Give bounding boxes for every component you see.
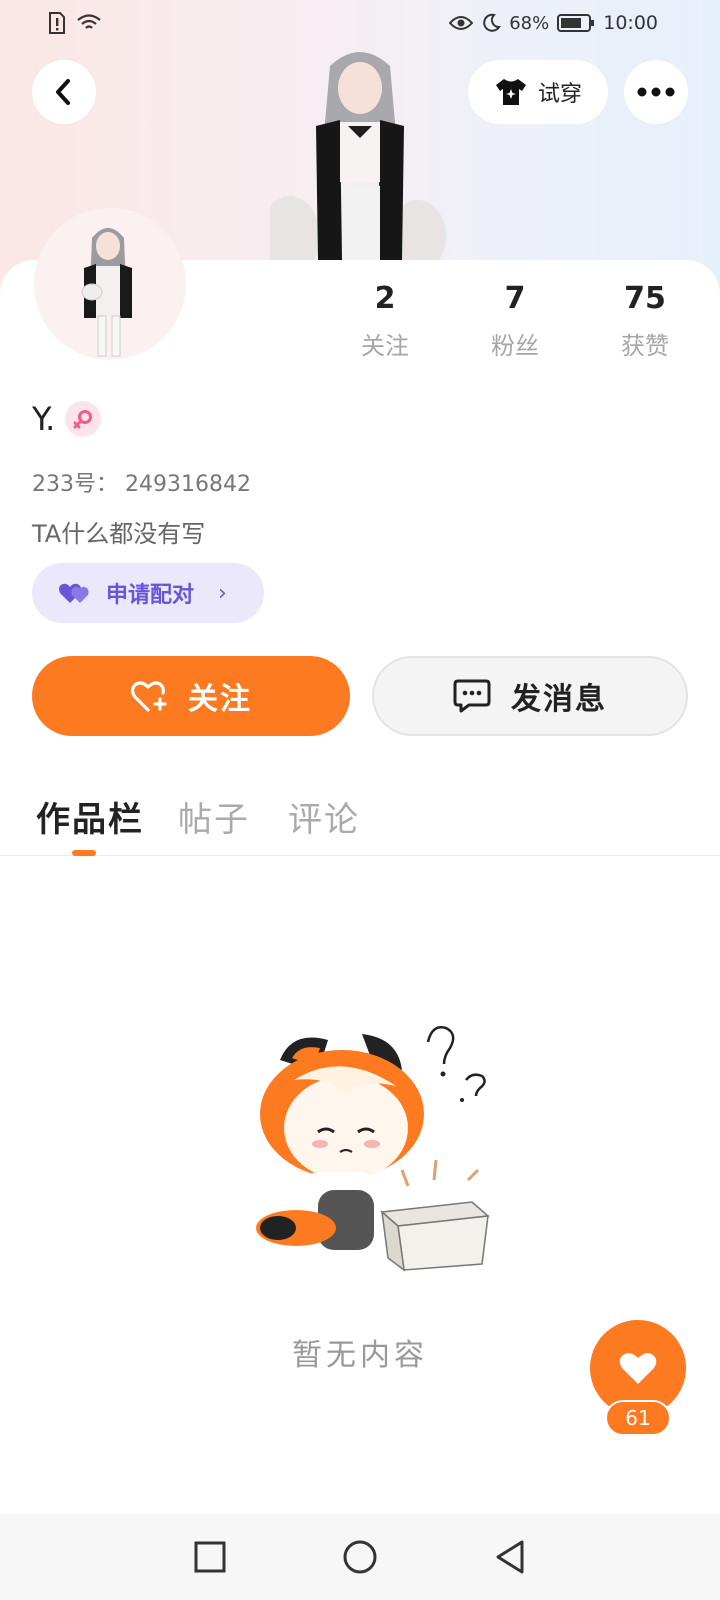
avatar-3d-figure — [260, 46, 450, 276]
tab-comments[interactable]: 评论 — [288, 792, 360, 841]
send-message-button[interactable]: 发消息 — [372, 656, 688, 736]
profile-stats: 2 关注 7 粉丝 75 获赞 — [320, 280, 710, 361]
battery-percent: 68% — [509, 12, 550, 34]
like-count-badge: 61 — [605, 1400, 671, 1436]
tab-works[interactable]: 作品栏 — [36, 792, 144, 841]
stat-likes[interactable]: 75 获赞 — [580, 280, 710, 361]
username-row: Y. — [32, 400, 102, 438]
apply-pair-button[interactable]: 申请配对 › — [32, 563, 264, 623]
follow-button[interactable]: 关注 — [32, 656, 350, 736]
active-tab-indicator — [72, 850, 96, 856]
apply-pair-label: 申请配对 — [106, 583, 195, 608]
status-left-icons — [48, 12, 102, 34]
tshirt-sparkle-icon — [495, 79, 526, 105]
stat-value: 2 — [374, 281, 396, 316]
clock: 10:00 — [603, 12, 658, 34]
eye-icon — [449, 16, 474, 30]
status-right-icons: 68% 10:00 — [449, 12, 658, 34]
stat-followers[interactable]: 7 粉丝 — [450, 280, 580, 361]
battery-icon — [557, 14, 595, 32]
square-icon — [194, 1541, 226, 1573]
stat-label: 粉丝 — [491, 332, 539, 360]
stat-value: 75 — [624, 281, 666, 316]
system-nav-bar — [0, 1514, 720, 1600]
chevron-right-icon: › — [218, 580, 227, 606]
recents-button[interactable] — [185, 1532, 235, 1582]
moon-icon — [483, 13, 502, 32]
follow-label: 关注 — [188, 682, 252, 717]
content-tabs: 作品栏 帖子 评论 — [0, 784, 720, 856]
avatar[interactable] — [34, 208, 186, 360]
triangle-back-icon — [496, 1540, 524, 1574]
chat-bubble-icon — [453, 679, 491, 713]
more-dots-icon — [637, 87, 675, 97]
chevron-left-icon — [56, 79, 70, 105]
heart-icon — [619, 1353, 657, 1384]
try-on-button[interactable]: 试穿 — [468, 60, 608, 124]
stat-label: 获赞 — [621, 332, 669, 360]
circle-icon — [343, 1540, 377, 1574]
try-on-label: 试穿 — [537, 82, 582, 107]
stat-value: 7 — [504, 281, 526, 316]
tab-posts[interactable]: 帖子 — [178, 792, 250, 841]
empty-state-illustration — [232, 1020, 508, 1284]
back-button[interactable] — [32, 60, 96, 124]
username: Y. — [32, 400, 56, 438]
stat-following[interactable]: 2 关注 — [320, 280, 450, 361]
more-options-button[interactable] — [624, 60, 688, 124]
home-button[interactable] — [335, 1532, 385, 1582]
wifi-icon — [77, 14, 101, 29]
double-heart-icon — [59, 583, 89, 603]
nav-back-button[interactable] — [485, 1532, 535, 1582]
bio: TA什么都没有写 — [32, 520, 206, 548]
sim-alert-icon — [49, 12, 65, 34]
profile-page: 68% 10:00 试穿 2 关注 7 粉丝 75 获赞 Y. 233号： 24… — [0, 0, 720, 1600]
send-message-label: 发消息 — [511, 682, 607, 717]
user-id: 233号： 249316842 — [32, 472, 251, 497]
stat-label: 关注 — [361, 332, 409, 360]
gender-female-icon — [65, 401, 102, 437]
heart-plus-icon — [130, 681, 167, 712]
status-bar: 68% 10:00 — [0, 0, 720, 48]
